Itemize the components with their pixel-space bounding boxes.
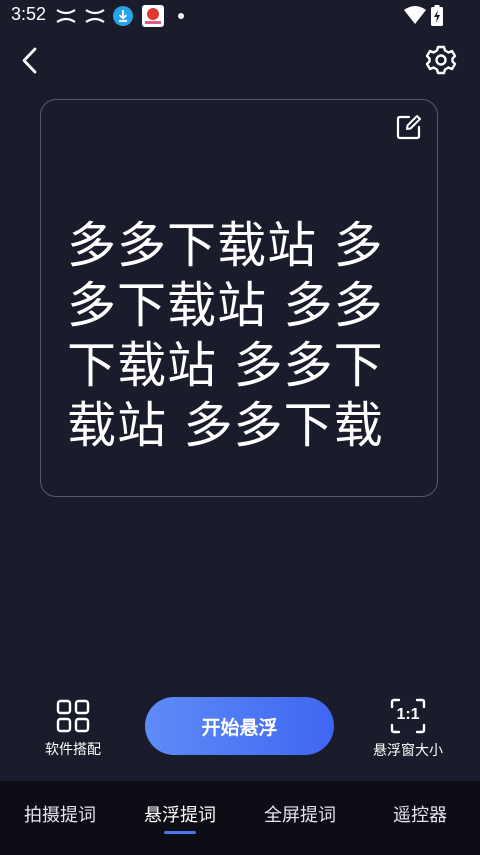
active-tab-indicator [164, 831, 196, 834]
bottom-nav: 拍摄提词 悬浮提词 全屏提词 遥控器 [0, 781, 480, 855]
start-float-button[interactable]: 开始悬浮 [145, 697, 334, 755]
grid-icon [56, 699, 90, 733]
x-icon [56, 9, 76, 23]
tab-remote-control[interactable]: 遥控器 [360, 801, 480, 827]
script-preview-card[interactable]: 多多下载站 多多下载站 多多下载站 多多下载站 多多下载 [40, 99, 438, 497]
floating-prompter-screen: 3:52 多多下载站 多多下载站 多多下载站 多多下载站 多多下载 软件搭配 开… [0, 0, 480, 855]
x-icon [85, 9, 105, 23]
float-window-size-button[interactable]: 1:1 悬浮窗大小 [364, 696, 452, 764]
tab-floating-prompter[interactable]: 悬浮提词 [120, 801, 240, 827]
status-time: 3:52 [11, 4, 47, 24]
gear-icon [425, 45, 457, 75]
float-window-size-label: 悬浮窗大小 [373, 743, 443, 759]
app-match-button[interactable]: 软件搭配 [36, 696, 110, 764]
dot-icon [178, 13, 184, 19]
edit-script-button[interactable] [395, 113, 423, 141]
back-button[interactable] [14, 44, 48, 78]
app-match-label: 软件搭配 [45, 742, 101, 758]
tab-shoot-prompter[interactable]: 拍摄提词 [0, 801, 120, 827]
edit-icon [396, 115, 421, 140]
chevron-left-icon [22, 47, 37, 74]
battery-charging-icon [431, 5, 443, 26]
wifi-icon [404, 6, 426, 24]
app-notification-icon [142, 5, 164, 27]
status-bar: 3:52 [0, 0, 480, 32]
script-text: 多多下载站 多多下载站 多多下载站 多多下载站 多多下载 [67, 217, 384, 454]
tab-fullscreen-prompter[interactable]: 全屏提词 [240, 801, 360, 827]
aspect-ratio-icon: 1:1 [390, 698, 426, 734]
download-icon [113, 6, 133, 26]
aspect-ratio-value: 1:1 [396, 706, 420, 723]
settings-button[interactable] [424, 43, 458, 77]
